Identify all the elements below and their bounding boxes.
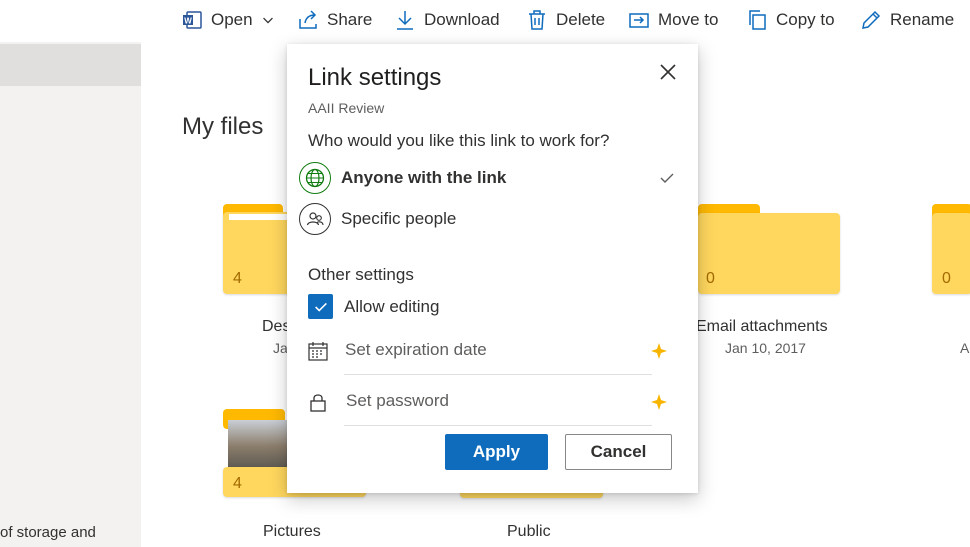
dialog-title: Link settings xyxy=(308,64,442,91)
folder-paper xyxy=(229,214,289,220)
globe-icon xyxy=(299,162,331,194)
folder-item-count: 4 xyxy=(233,270,242,287)
pencil-icon xyxy=(862,10,881,29)
storage-info-text: of storage and xyxy=(0,524,96,541)
folder-tile[interactable]: 0 xyxy=(932,204,970,294)
calendar-icon xyxy=(308,342,328,361)
share-label: Share xyxy=(327,10,373,29)
copy-to-label: Copy to xyxy=(776,10,835,29)
option-specific-people[interactable]: Specific people xyxy=(299,202,684,236)
word-doc-icon: W xyxy=(183,11,202,29)
lock-icon xyxy=(310,394,326,412)
command-bar: W Open Share Download Delete Move to Cop… xyxy=(0,0,970,42)
folder-item-count: 0 xyxy=(942,270,951,287)
open-label: Open xyxy=(211,10,253,29)
link-settings-dialog: Link settings AAII Review Who would you … xyxy=(287,44,698,493)
allow-editing-label: Allow editing xyxy=(344,296,440,316)
move-to-button[interactable]: Move to xyxy=(628,0,718,40)
folder-date: A xyxy=(960,340,970,356)
rename-button[interactable]: Rename xyxy=(860,0,954,40)
download-button[interactable]: Download xyxy=(394,0,500,40)
field-underline xyxy=(344,425,652,426)
cancel-button[interactable]: Cancel xyxy=(565,434,672,470)
password-field[interactable]: Set password xyxy=(307,385,672,426)
checkmark-icon xyxy=(660,173,674,183)
download-icon xyxy=(397,11,413,30)
field-underline xyxy=(344,374,652,375)
audience-question: Who would you like this link to work for… xyxy=(308,131,610,150)
expiration-date-field[interactable]: Set expiration date xyxy=(307,334,672,375)
expiration-date-placeholder: Set expiration date xyxy=(345,340,487,359)
folder-tile[interactable]: 0 xyxy=(698,204,840,294)
trash-icon xyxy=(529,10,545,30)
svg-text:W: W xyxy=(184,17,192,26)
option-label: Anyone with the link xyxy=(341,168,507,187)
copy-to-button[interactable]: Copy to xyxy=(746,0,835,40)
option-label: Specific people xyxy=(341,209,457,228)
dialog-subtitle: AAII Review xyxy=(308,100,385,116)
close-icon[interactable] xyxy=(657,61,679,83)
folder-name[interactable]: Public xyxy=(507,523,551,541)
option-anyone-with-link[interactable]: Anyone with the link xyxy=(299,161,684,195)
rename-label: Rename xyxy=(890,10,955,29)
allow-editing-checkbox[interactable]: Allow editing xyxy=(308,294,439,319)
page-title: My files xyxy=(182,113,264,140)
delete-button[interactable]: Delete xyxy=(526,0,605,40)
share-icon xyxy=(299,10,317,29)
apply-button[interactable]: Apply xyxy=(445,434,548,470)
people-icon xyxy=(299,203,331,235)
folder-name[interactable]: Email attachments xyxy=(696,318,828,336)
share-button[interactable]: Share xyxy=(297,0,372,40)
copy-icon xyxy=(749,10,766,30)
left-nav-pane xyxy=(0,42,141,547)
folder-date: Ja xyxy=(273,340,288,356)
folder-item-count: 4 xyxy=(233,475,242,492)
premium-sparkle-icon xyxy=(651,394,667,410)
folder-name[interactable]: Pictures xyxy=(263,523,321,541)
password-placeholder: Set password xyxy=(346,391,449,410)
move-to-label: Move to xyxy=(658,10,719,29)
checkbox-checked-icon xyxy=(308,294,333,319)
folder-item-count: 0 xyxy=(706,270,715,287)
nav-item-selected[interactable] xyxy=(0,44,141,86)
other-settings-heading: Other settings xyxy=(308,265,414,284)
premium-sparkle-icon xyxy=(651,343,667,359)
open-button[interactable]: W Open xyxy=(181,0,275,40)
chevron-down-icon xyxy=(262,17,273,24)
delete-label: Delete xyxy=(556,10,606,29)
move-icon xyxy=(629,13,649,28)
download-label: Download xyxy=(424,10,500,29)
folder-date: Jan 10, 2017 xyxy=(725,340,806,356)
